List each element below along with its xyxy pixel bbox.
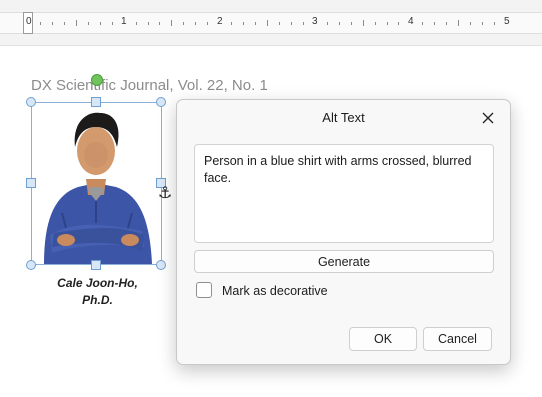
ruler-tick	[171, 20, 173, 26]
resize-handle-bottom-left[interactable]	[26, 260, 36, 270]
resize-handle-top-right[interactable]	[156, 97, 166, 107]
rotate-handle-icon[interactable]	[91, 74, 103, 86]
ruler-tick	[231, 21, 233, 25]
ruler-tick	[482, 21, 484, 25]
resize-handle-bottom-right[interactable]	[156, 260, 166, 270]
ruler-tick	[183, 21, 185, 25]
ruler-tick	[75, 20, 77, 26]
ruler-tick	[87, 21, 89, 25]
ruler-tick	[159, 21, 161, 25]
ruler-tick	[386, 21, 388, 25]
ruler-tick	[494, 21, 496, 25]
ruler-number-5: 5	[504, 16, 510, 27]
ruler-tick	[147, 21, 149, 25]
anchor-icon[interactable]: ⚓	[158, 183, 172, 203]
ruler-number-3: 3	[312, 16, 318, 27]
ruler-tick	[255, 21, 257, 25]
horizontal-ruler: 0 1 2 3 4 5	[0, 0, 542, 46]
resize-handle-top-left[interactable]	[26, 97, 36, 107]
ruler-tick	[99, 21, 101, 25]
ruler-tick	[398, 21, 400, 25]
alt-text-dialog: Alt Text Person in a blue shirt with arm…	[176, 99, 511, 365]
ruler-tick	[470, 21, 472, 25]
journal-header: DX Scientific Journal, Vol. 22, No. 1	[31, 77, 268, 94]
dialog-title: Alt Text	[322, 110, 365, 125]
mark-decorative-checkbox[interactable]	[196, 282, 212, 298]
ruler-number-1: 1	[121, 16, 127, 27]
resize-handle-bottom[interactable]	[91, 260, 101, 270]
close-icon	[482, 112, 494, 124]
selected-image[interactable]	[31, 102, 162, 265]
ruler-tick	[63, 21, 65, 25]
image-caption: Cale Joon-Ho, Ph.D.	[40, 275, 155, 309]
caption-name: Cale Joon-Ho,	[57, 276, 138, 290]
ruler-tick	[195, 21, 197, 25]
ruler-tick	[458, 20, 460, 26]
ruler-number-2: 2	[217, 16, 223, 27]
portrait-illustration	[44, 112, 152, 264]
ruler-tick	[302, 21, 304, 25]
ruler-number-4: 4	[408, 16, 414, 27]
ruler-tick	[267, 20, 268, 26]
portrait-photo	[32, 103, 161, 264]
ruler-tick	[243, 21, 245, 25]
generate-button[interactable]: Generate	[194, 250, 494, 273]
ruler-tick	[422, 21, 424, 25]
ruler-tick	[207, 21, 209, 25]
ruler-tick	[290, 21, 292, 25]
ruler-tick	[39, 21, 41, 25]
ruler-tick	[362, 20, 364, 26]
resize-handle-top[interactable]	[91, 97, 101, 107]
ruler-tick	[278, 21, 280, 25]
ruler-tick	[135, 21, 137, 25]
ruler-tick	[326, 21, 328, 25]
mark-decorative-label[interactable]: Mark as decorative	[222, 284, 328, 298]
ok-button[interactable]: OK	[349, 327, 417, 351]
ruler-tick	[111, 21, 113, 25]
ruler-tick	[338, 21, 340, 25]
resize-handle-left[interactable]	[26, 178, 36, 188]
alt-text-input[interactable]: Person in a blue shirt with arms crossed…	[194, 144, 494, 243]
ruler-tick	[374, 21, 376, 25]
cancel-button[interactable]: Cancel	[423, 327, 492, 351]
ruler-band	[0, 12, 542, 34]
ruler-tick	[350, 21, 352, 25]
close-button[interactable]	[476, 106, 500, 130]
ruler-tick	[446, 21, 448, 25]
ruler-tick	[434, 21, 436, 25]
ruler-tick	[51, 21, 53, 25]
caption-degree: Ph.D.	[82, 293, 113, 307]
ruler-number-0: 0	[26, 16, 32, 27]
